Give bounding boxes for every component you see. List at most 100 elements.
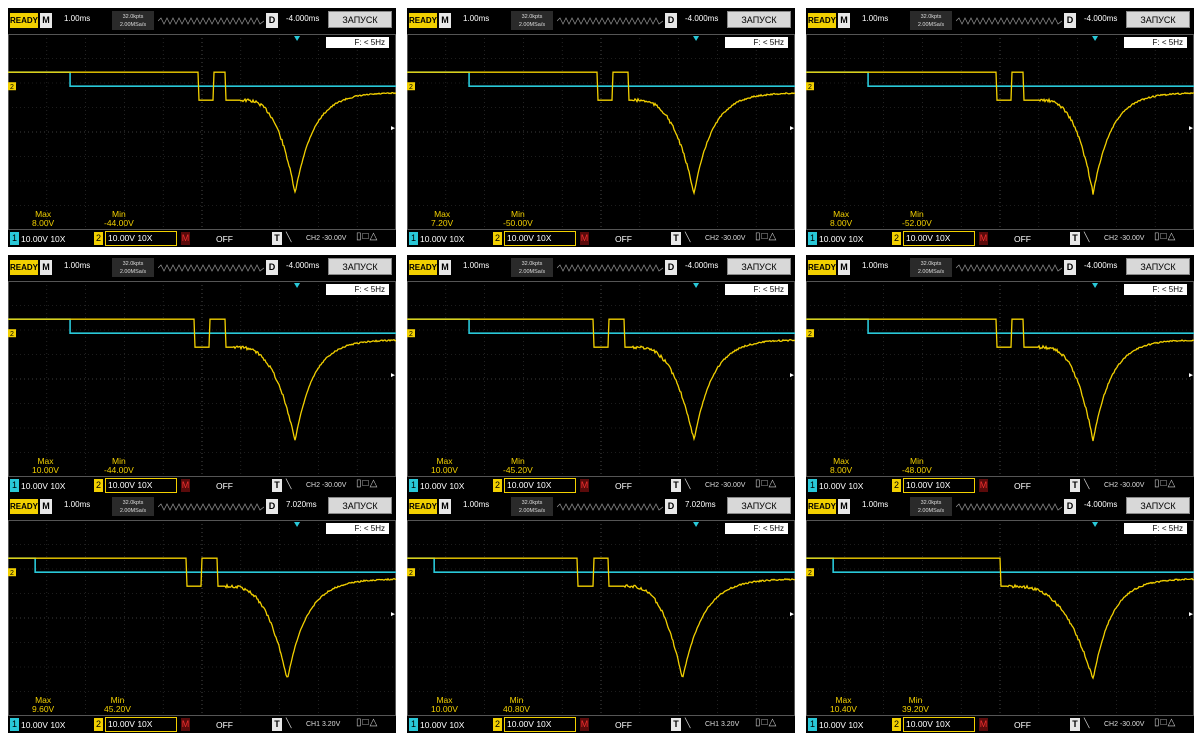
ch2-level-marker[interactable]: 2 bbox=[8, 82, 16, 91]
ch1-settings[interactable]: 10.00V 10X bbox=[819, 481, 863, 491]
ch1-settings[interactable]: 10.00V 10X bbox=[21, 234, 65, 244]
top-status-bar: READY M 1.00ms 32.0kpts 2.00MSa/s D -4.0… bbox=[8, 255, 396, 281]
ch2-probe: 10X bbox=[137, 233, 153, 243]
trigger-button[interactable]: T bbox=[272, 718, 282, 731]
math-button[interactable]: M bbox=[181, 232, 190, 245]
ch2-button[interactable]: 2 bbox=[94, 232, 103, 245]
trigger-level-marker[interactable] bbox=[1189, 373, 1193, 378]
ch2-level-marker[interactable]: 2 bbox=[407, 329, 415, 338]
math-button[interactable]: M bbox=[979, 718, 988, 731]
ch1-button[interactable]: 1 bbox=[808, 718, 817, 731]
ch1-button[interactable]: 1 bbox=[10, 232, 19, 245]
ch1-settings[interactable]: 10.00V 10X bbox=[420, 234, 464, 244]
trigger-position-marker[interactable] bbox=[294, 283, 301, 288]
ch1-settings[interactable]: 10.00V 10X bbox=[420, 481, 464, 491]
trigger-level-marker[interactable] bbox=[790, 373, 794, 378]
run-button[interactable]: ЗАПУСК bbox=[727, 258, 791, 275]
trigger-position-marker[interactable] bbox=[1092, 283, 1099, 288]
trigger-position-marker[interactable] bbox=[693, 283, 700, 288]
ch1-settings[interactable]: 10.00V 10X bbox=[420, 720, 464, 730]
ch1-settings[interactable]: 10.00V 10X bbox=[819, 720, 863, 730]
ch2-settings[interactable]: 10.00V 10X bbox=[903, 717, 975, 732]
ch1-button[interactable]: 1 bbox=[10, 718, 19, 731]
ch2-settings[interactable]: 10.00V 10X bbox=[105, 231, 177, 246]
math-button[interactable]: M bbox=[979, 232, 988, 245]
ch1-settings[interactable]: 10.00V 10X bbox=[21, 720, 65, 730]
ch1-settings[interactable]: 10.00V 10X bbox=[21, 481, 65, 491]
trigger-button[interactable]: T bbox=[671, 718, 681, 731]
ch1-button[interactable]: 1 bbox=[409, 718, 418, 731]
run-button[interactable]: ЗАПУСК bbox=[727, 497, 791, 514]
math-button[interactable]: M bbox=[181, 718, 190, 731]
ch2-button[interactable]: 2 bbox=[892, 232, 901, 245]
math-button[interactable]: M bbox=[580, 718, 589, 731]
run-button[interactable]: ЗАПУСК bbox=[328, 497, 392, 514]
waveform-display: 2 Max 8.00V Min -48.00V bbox=[806, 281, 1194, 477]
trigger-button[interactable]: T bbox=[1070, 479, 1080, 492]
min-value: -52.00V bbox=[902, 218, 932, 228]
ch2-button[interactable]: 2 bbox=[493, 232, 502, 245]
trigger-position-marker[interactable] bbox=[693, 36, 700, 41]
ch1-button[interactable]: 1 bbox=[10, 479, 19, 492]
ch2-level-marker[interactable]: 2 bbox=[806, 329, 814, 338]
run-button[interactable]: ЗАПУСК bbox=[727, 11, 791, 28]
run-button[interactable]: ЗАПУСК bbox=[1126, 11, 1190, 28]
ch2-level-marker[interactable]: 2 bbox=[806, 82, 814, 91]
ch1-probe: 10X bbox=[50, 234, 66, 244]
ch2-button[interactable]: 2 bbox=[94, 718, 103, 731]
ch2-settings[interactable]: 10.00V 10X bbox=[504, 478, 576, 493]
run-button[interactable]: ЗАПУСК bbox=[1126, 258, 1190, 275]
ch1-button[interactable]: 1 bbox=[409, 232, 418, 245]
ch2-settings[interactable]: 10.00V 10X bbox=[504, 231, 576, 246]
ch2-button[interactable]: 2 bbox=[892, 479, 901, 492]
svg-text:2: 2 bbox=[409, 84, 413, 91]
status-icons: ▯□△ bbox=[1154, 478, 1176, 489]
trigger-button[interactable]: T bbox=[1070, 232, 1080, 245]
trigger-level-marker[interactable] bbox=[1189, 126, 1193, 131]
ch2-button[interactable]: 2 bbox=[493, 718, 502, 731]
ch2-button[interactable]: 2 bbox=[493, 479, 502, 492]
trigger-button[interactable]: T bbox=[671, 232, 681, 245]
trigger-level-marker[interactable] bbox=[391, 612, 395, 617]
ch2-level-marker[interactable]: 2 bbox=[407, 82, 415, 91]
trigger-level-marker[interactable] bbox=[790, 126, 794, 131]
ch1-settings[interactable]: 10.00V 10X bbox=[819, 234, 863, 244]
ch2-settings[interactable]: 10.00V 10X bbox=[903, 231, 975, 246]
trigger-position-marker[interactable] bbox=[294, 522, 301, 527]
trigger-button[interactable]: T bbox=[272, 479, 282, 492]
trigger-button[interactable]: T bbox=[272, 232, 282, 245]
ch2-settings[interactable]: 10.00V 10X bbox=[105, 717, 177, 732]
trigger-position-marker[interactable] bbox=[693, 522, 700, 527]
trigger-position-marker[interactable] bbox=[1092, 522, 1099, 527]
ch2-level-marker[interactable]: 2 bbox=[407, 568, 415, 577]
status-icons: ▯□△ bbox=[356, 717, 378, 728]
run-button[interactable]: ЗАПУСК bbox=[328, 258, 392, 275]
math-button[interactable]: M bbox=[979, 479, 988, 492]
math-button[interactable]: M bbox=[580, 479, 589, 492]
run-button[interactable]: ЗАПУСК bbox=[1126, 497, 1190, 514]
ch2-level-marker[interactable]: 2 bbox=[8, 329, 16, 338]
ch2-level-marker[interactable]: 2 bbox=[806, 568, 814, 577]
run-button[interactable]: ЗАПУСК bbox=[328, 11, 392, 28]
trigger-position-marker[interactable] bbox=[294, 36, 301, 41]
ch2-settings[interactable]: 10.00V 10X bbox=[504, 717, 576, 732]
mode-indicator: M bbox=[40, 499, 52, 514]
delay-indicator: D bbox=[665, 13, 677, 28]
trigger-position-marker[interactable] bbox=[1092, 36, 1099, 41]
ch2-settings[interactable]: 10.00V 10X bbox=[903, 478, 975, 493]
ch2-button[interactable]: 2 bbox=[94, 479, 103, 492]
trigger-level-marker[interactable] bbox=[1189, 612, 1193, 617]
math-button[interactable]: M bbox=[580, 232, 589, 245]
trigger-level-marker[interactable] bbox=[391, 126, 395, 131]
ch1-button[interactable]: 1 bbox=[808, 232, 817, 245]
trigger-level-marker[interactable] bbox=[790, 612, 794, 617]
trigger-button[interactable]: T bbox=[671, 479, 681, 492]
ch1-button[interactable]: 1 bbox=[808, 479, 817, 492]
ch2-settings[interactable]: 10.00V 10X bbox=[105, 478, 177, 493]
ch2-button[interactable]: 2 bbox=[892, 718, 901, 731]
trigger-level-marker[interactable] bbox=[391, 373, 395, 378]
ch2-level-marker[interactable]: 2 bbox=[8, 568, 16, 577]
trigger-button[interactable]: T bbox=[1070, 718, 1080, 731]
math-button[interactable]: M bbox=[181, 479, 190, 492]
ch1-button[interactable]: 1 bbox=[409, 479, 418, 492]
